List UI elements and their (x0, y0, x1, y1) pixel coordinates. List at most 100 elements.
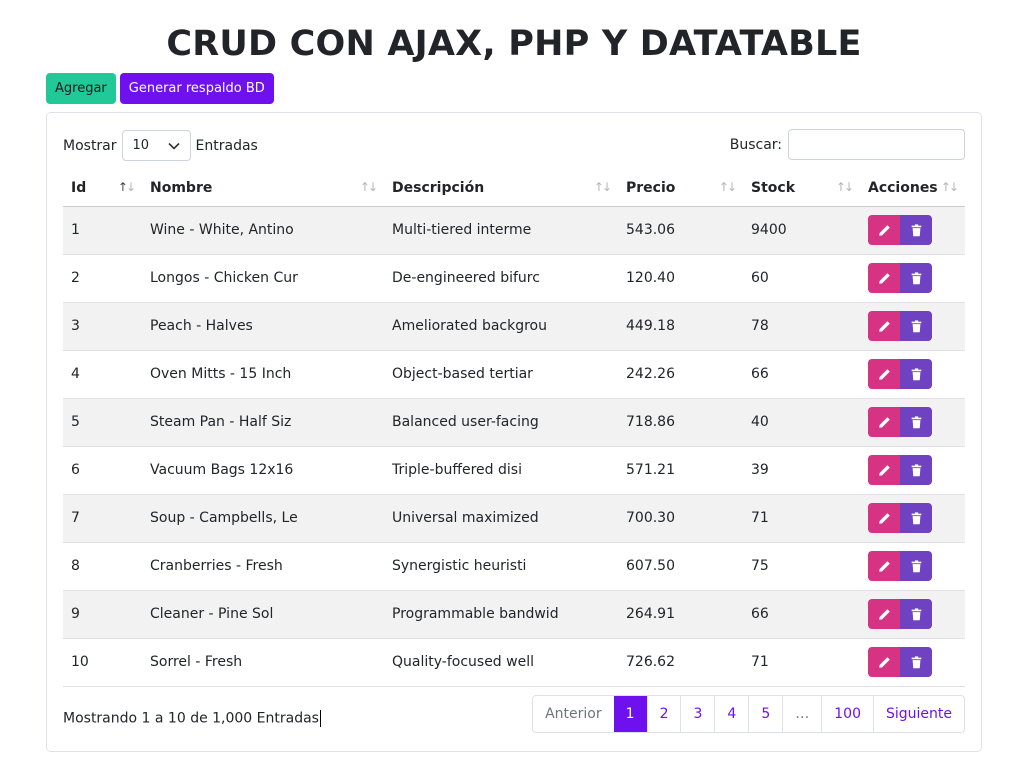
row-actions (868, 455, 957, 485)
delete-button[interactable] (900, 311, 932, 341)
cell-nombre: Peach - Halves (142, 302, 384, 351)
backup-button[interactable]: Generar respaldo BD (119, 73, 274, 104)
pencil-icon (878, 656, 891, 669)
table-row: 1 Wine - White, Antino Multi-tiered interm… (63, 206, 965, 255)
delete-button[interactable] (900, 263, 932, 293)
toolbar: Agregar Generar respaldo BD (46, 73, 274, 104)
delete-button[interactable] (900, 215, 932, 245)
header-acciones[interactable]: Acciones ↑↓ (860, 170, 965, 207)
table-row: 3 Peach - Halves Ameliorated backgrou 449.1… (63, 302, 965, 351)
header-nombre[interactable]: Nombre ↑↓ (142, 170, 384, 207)
header-id[interactable]: Id ↑↓ (63, 170, 142, 207)
table-row: 8 Cranberries - Fresh Synergistic heuristi… (63, 542, 965, 591)
pagination-page[interactable]: 1 (613, 696, 647, 732)
delete-button[interactable] (900, 599, 932, 629)
cell-precio: 571.21 (618, 446, 743, 495)
edit-button[interactable] (868, 215, 900, 245)
row-actions (868, 599, 957, 629)
edit-button[interactable] (868, 455, 900, 485)
table-body: 1 Wine - White, Antino Multi-tiered interm… (63, 206, 965, 687)
edit-button[interactable] (868, 359, 900, 389)
sort-icon: ↑↓ (718, 180, 737, 194)
cell-nombre: Sorrel - Fresh (142, 638, 384, 687)
row-actions (868, 407, 957, 437)
cell-nombre: Soup - Campbells, Le (142, 494, 384, 543)
delete-button[interactable] (900, 647, 932, 677)
cell-stock: 66 (743, 590, 860, 639)
cell-stock: 71 (743, 494, 860, 543)
cell-stock: 40 (743, 398, 860, 447)
cell-precio: 543.06 (618, 206, 743, 255)
pagination-page[interactable]: 4 (714, 696, 748, 732)
edit-button[interactable] (868, 503, 900, 533)
cell-nombre: Cranberries - Fresh (142, 542, 384, 591)
products-table: Id ↑↓ Nombre ↑↓ Descripción ↑↓ Precio ↑↓ Sto… (63, 170, 965, 687)
cell-nombre: Vacuum Bags 12x16 (142, 446, 384, 495)
edit-button[interactable] (868, 311, 900, 341)
trash-icon (910, 511, 923, 525)
search-label: Buscar: (729, 136, 782, 153)
pencil-icon (878, 224, 891, 237)
trash-icon (910, 319, 923, 333)
pencil-icon (878, 416, 891, 429)
cell-id: 8 (63, 542, 142, 591)
trash-icon (910, 415, 923, 429)
pagination-next[interactable]: Siguiente (872, 696, 964, 732)
datatable-card: Mostrar 10 Entradas Buscar: Id ↑↓ Nombre ↑… (46, 112, 982, 752)
trash-icon (910, 559, 923, 573)
cell-precio: 449.18 (618, 302, 743, 351)
trash-icon (910, 463, 923, 477)
edit-button[interactable] (868, 551, 900, 581)
delete-button[interactable] (900, 407, 932, 437)
sort-icon: ↑↓ (117, 180, 136, 194)
pagination-page[interactable]: 2 (646, 696, 681, 732)
page-title: CRUD CON AJAX, PHP Y DATATABLE (166, 24, 862, 64)
cell-stock: 9400 (743, 206, 860, 255)
edit-button[interactable] (868, 263, 900, 293)
header-precio-label: Precio (626, 179, 676, 196)
delete-button[interactable] (900, 455, 932, 485)
cell-descripcion: Universal maximized (384, 494, 618, 543)
header-precio[interactable]: Precio ↑↓ (618, 170, 743, 207)
header-descripcion[interactable]: Descripción ↑↓ (384, 170, 618, 207)
edit-button[interactable] (868, 407, 900, 437)
table-info-text: Mostrando 1 a 10 de 1,000 Entradas (63, 710, 319, 727)
trash-icon (910, 655, 923, 669)
pencil-icon (878, 368, 891, 381)
cell-acciones (860, 446, 965, 495)
cell-id: 6 (63, 446, 142, 495)
edit-button[interactable] (868, 599, 900, 629)
delete-button[interactable] (900, 359, 932, 389)
cell-acciones (860, 590, 965, 639)
edit-button[interactable] (868, 647, 900, 677)
cell-acciones (860, 494, 965, 543)
cell-descripcion: Triple-buffered disi (384, 446, 618, 495)
cell-acciones (860, 350, 965, 399)
cell-id: 3 (63, 302, 142, 351)
pagination-page[interactable]: 5 (748, 696, 782, 732)
cell-stock: 75 (743, 542, 860, 591)
table-row: 4 Oven Mitts - 15 Inch Object-based tertia… (63, 350, 965, 399)
row-actions (868, 263, 957, 293)
pagination: Anterior 1 2 3 4 5… 100 Siguiente (532, 695, 965, 733)
cell-descripcion: Balanced user-facing (384, 398, 618, 447)
length-control: Mostrar 10 Entradas (63, 130, 258, 161)
header-stock[interactable]: Stock ↑↓ (743, 170, 860, 207)
length-select[interactable]: 10 (121, 130, 191, 161)
search-input[interactable] (788, 129, 965, 160)
search-control: Buscar: (730, 129, 965, 160)
pagination-page[interactable]: 3 (680, 696, 714, 732)
delete-button[interactable] (900, 503, 932, 533)
trash-icon (910, 367, 923, 381)
cell-nombre: Steam Pan - Half Siz (142, 398, 384, 447)
pagination-prev[interactable]: Anterior (533, 696, 614, 732)
sort-icon: ↑↓ (359, 180, 378, 194)
cell-descripcion: Programmable bandwid (384, 590, 618, 639)
delete-button[interactable] (900, 551, 932, 581)
pagination-page[interactable]: 100 (821, 696, 873, 732)
cell-stock: 66 (743, 350, 860, 399)
cell-acciones (860, 206, 965, 255)
cell-nombre: Oven Mitts - 15 Inch (142, 350, 384, 399)
length-value: 10 (132, 138, 150, 153)
add-button[interactable]: Agregar (46, 73, 116, 104)
